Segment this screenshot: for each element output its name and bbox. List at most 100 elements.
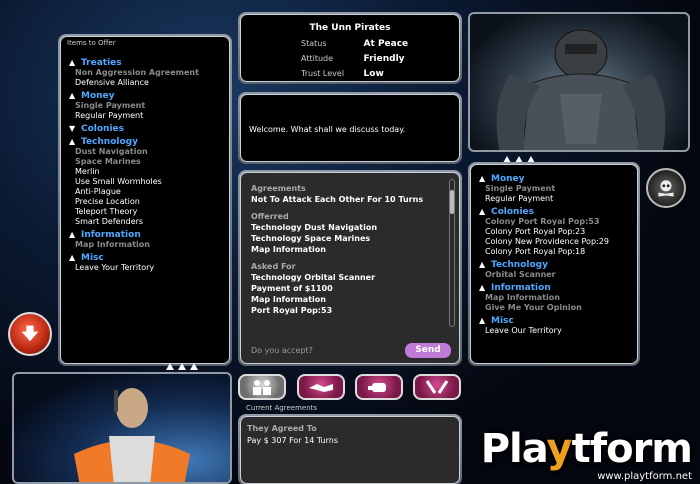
- agreement-item: Not To Attack Each Other For 10 Turns: [251, 195, 424, 204]
- request-panel-item[interactable]: Regular Payment: [479, 194, 629, 204]
- request-panel-item[interactable]: Map Information: [479, 293, 629, 303]
- exit-diplomacy-button[interactable]: [8, 312, 52, 356]
- attitude-value: Friendly: [363, 54, 405, 64]
- offer-panel-item[interactable]: Map Information: [69, 240, 221, 250]
- request-panel-item[interactable]: Give Me Your Opinion: [479, 303, 629, 313]
- offer-panel-category[interactable]: ▲ Technology: [69, 137, 221, 147]
- asked-item: Port Royal Pop:53: [251, 306, 333, 315]
- trust-value: Low: [363, 69, 384, 79]
- offer-panel-item[interactable]: Single Payment: [69, 101, 221, 111]
- current-agreements-header: They Agreed To: [247, 424, 317, 433]
- deal-content: Agreements Not To Attack Each Other For …: [251, 183, 443, 316]
- request-panel-category-label: Information: [491, 283, 551, 293]
- expand-arrow-icon[interactable]: ▼: [69, 124, 81, 134]
- player-figure-icon: [74, 388, 190, 482]
- request-panel-item[interactable]: Colony New Providence Pop:29: [479, 237, 629, 247]
- collapse-arrow-icon[interactable]: ▲: [479, 207, 491, 217]
- collapse-arrow-icon[interactable]: ▲: [69, 91, 81, 101]
- request-panel-item[interactable]: Leave Our Territory: [479, 326, 629, 336]
- dialog-panel-frame: Welcome. What shall we discuss today.: [238, 92, 462, 164]
- people-icon: [253, 380, 271, 395]
- request-panel-category[interactable]: ▲ Money: [479, 174, 629, 184]
- attitude-row: Attitude Friendly: [301, 54, 405, 64]
- request-panel-item[interactable]: Colony Port Royal Pop:18: [479, 247, 629, 257]
- attitude-label: Attitude: [301, 54, 334, 63]
- current-agreements-panel: They Agreed To Pay $ 307 For 14 Turns: [240, 416, 460, 484]
- request-panel-category-label: Money: [491, 174, 525, 184]
- asked-list: Technology Orbital Scanner Payment of $11…: [251, 272, 443, 316]
- current-agreements-frame: They Agreed To Pay $ 307 For 14 Turns: [238, 414, 462, 484]
- offer-panel-category-label: Technology: [81, 137, 138, 147]
- offered-header: Offerred: [251, 212, 289, 221]
- collapse-arrow-icon[interactable]: ▲: [69, 230, 81, 240]
- request-panel: ▲ Money Single Payment Regular Payment ▲ Colo…: [470, 164, 638, 364]
- playtform-url: www.playtform.net: [597, 471, 692, 482]
- offer-panel-title: Items to Offer: [67, 39, 116, 47]
- offer-panel-category[interactable]: ▲ Money: [69, 91, 221, 101]
- request-panel-category[interactable]: ▲ Information: [479, 283, 629, 293]
- offer-panel-item[interactable]: Non Aggression Agreement: [69, 68, 221, 78]
- status-label: Status: [301, 39, 327, 48]
- offer-list: ▲ Treaties Non Aggression Agreement Defensi…: [69, 55, 221, 273]
- status-value: At Peace: [363, 39, 409, 49]
- request-panel-item[interactable]: Colony Port Royal Pop:23: [479, 227, 629, 237]
- offer-panel-item[interactable]: Leave Your Territory: [69, 263, 221, 273]
- handshake-icon: [309, 384, 333, 392]
- agreements-list: Not To Attack Each Other For 10 Turns: [251, 194, 443, 205]
- deal-scrollbar[interactable]: [449, 179, 455, 327]
- offer-panel-category[interactable]: ▲ Treaties: [69, 58, 221, 68]
- demand-action-button[interactable]: [355, 374, 403, 400]
- playtform-watermark: Playtform: [480, 426, 693, 472]
- collapse-arrow-icon[interactable]: ▲: [479, 316, 491, 326]
- request-list: ▲ Money Single Payment Regular Payment ▲ Colo…: [479, 171, 629, 336]
- offer-panel-item[interactable]: Anti-Plague: [69, 187, 221, 197]
- offer-panel-item[interactable]: Smart Defenders: [69, 217, 221, 227]
- collapse-arrow-icon[interactable]: ▲: [479, 260, 491, 270]
- gift-action-button[interactable]: [238, 374, 286, 400]
- request-panel-item[interactable]: Orbital Scanner: [479, 270, 629, 280]
- offer-panel-category[interactable]: ▲ Misc: [69, 253, 221, 263]
- trust-row: Trust Level Low: [301, 69, 384, 79]
- player-portrait: [12, 372, 232, 484]
- offer-panel-item[interactable]: Dust Navigation: [69, 147, 221, 157]
- offer-panel-category[interactable]: ▼ Colonies: [69, 124, 221, 134]
- request-panel-category[interactable]: ▲ Colonies: [479, 207, 629, 217]
- threaten-action-button[interactable]: [413, 374, 461, 400]
- deal-panel: Agreements Not To Attack Each Other For …: [240, 172, 460, 364]
- request-panel-category[interactable]: ▲ Misc: [479, 316, 629, 326]
- offer-panel-category[interactable]: ▲ Information: [69, 230, 221, 240]
- collapse-arrow-icon[interactable]: ▲: [479, 174, 491, 184]
- deal-panel-frame: Agreements Not To Attack Each Other For …: [238, 170, 462, 366]
- offer-panel-item[interactable]: Teleport Theory: [69, 207, 221, 217]
- offer-panel: Items to Offer ▲ Treaties Non Aggression A…: [60, 36, 230, 364]
- request-panel-category-label: Technology: [491, 260, 548, 270]
- offer-scroll-arrows[interactable]: [166, 363, 198, 370]
- handshake-action-button[interactable]: [297, 374, 345, 400]
- offer-panel-item[interactable]: Use Small Wormholes: [69, 177, 221, 187]
- alien-figure-icon: [496, 29, 666, 150]
- pirate-emblem-button[interactable]: [646, 168, 686, 208]
- offer-panel-item[interactable]: Defensive Alliance: [69, 78, 221, 88]
- asked-header: Asked For: [251, 262, 296, 271]
- send-button[interactable]: Send: [405, 343, 451, 358]
- request-panel-category-label: Colonies: [491, 207, 535, 217]
- collapse-arrow-icon[interactable]: ▲: [69, 58, 81, 68]
- offer-panel-item[interactable]: Merlin: [69, 167, 221, 177]
- collapse-arrow-icon[interactable]: ▲: [479, 283, 491, 293]
- offer-panel-item[interactable]: Precise Location: [69, 197, 221, 207]
- conflict-icon: [425, 380, 449, 394]
- alien-portrait: [468, 12, 690, 152]
- offer-panel-item[interactable]: Regular Payment: [69, 111, 221, 121]
- current-agreements-title: Current Agreements: [246, 404, 318, 412]
- request-panel-category[interactable]: ▲ Technology: [479, 260, 629, 270]
- request-panel-frame: ▲ Money Single Payment Regular Payment ▲ Colo…: [468, 162, 640, 366]
- collapse-arrow-icon[interactable]: ▲: [69, 137, 81, 147]
- request-panel-category-label: Misc: [491, 316, 514, 326]
- request-panel-item[interactable]: Colony Port Royal Pop:53: [479, 217, 629, 227]
- offer-panel-frame: Items to Offer ▲ Treaties Non Aggression A…: [58, 34, 232, 366]
- dialog-panel: Welcome. What shall we discuss today.: [240, 94, 460, 162]
- collapse-arrow-icon[interactable]: ▲: [69, 253, 81, 263]
- offer-panel-item[interactable]: Space Marines: [69, 157, 221, 167]
- asked-item: Payment of $1100: [251, 284, 333, 293]
- request-panel-item[interactable]: Single Payment: [479, 184, 629, 194]
